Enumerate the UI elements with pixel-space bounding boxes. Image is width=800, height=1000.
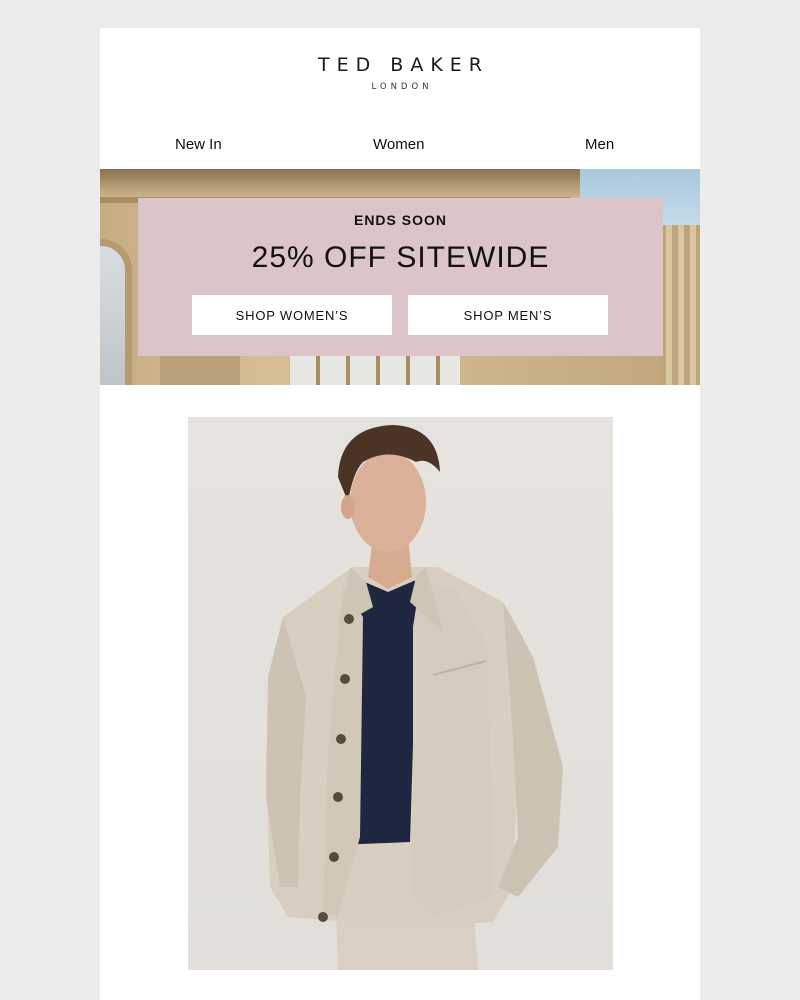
hero-window <box>290 354 460 385</box>
promo-eyebrow: ENDS SOON <box>353 212 447 228</box>
hero-arch-window <box>100 239 132 385</box>
nav-item-women[interactable]: Women <box>373 136 424 153</box>
promo-headline: 25% OFF SITEWIDE <box>251 241 550 274</box>
model-illustration <box>266 425 563 970</box>
brand-logo[interactable]: TED BAKER LONDON <box>100 54 700 92</box>
promo-box: ENDS SOON 25% OFF SITEWIDE SHOP WOMEN’S … <box>138 198 663 356</box>
hero-banner: ENDS SOON 25% OFF SITEWIDE SHOP WOMEN’S … <box>100 169 700 385</box>
brand-name: TED BAKER <box>318 54 489 76</box>
brand-city: LONDON <box>371 82 433 92</box>
hero-balustrade <box>660 225 700 385</box>
hero-cornice <box>100 169 580 199</box>
email-body: TED BAKER LONDON New In Women Men ENDS S… <box>100 28 700 1000</box>
nav-item-new-in[interactable]: New In <box>175 136 222 153</box>
hero-stone-detail <box>160 354 240 385</box>
shop-men-button[interactable]: SHOP MEN’S <box>408 295 608 335</box>
product-image[interactable] <box>188 417 613 970</box>
main-nav: New In Women Men <box>100 136 700 160</box>
shop-women-button[interactable]: SHOP WOMEN’S <box>192 295 392 335</box>
nav-item-men[interactable]: Men <box>585 136 614 153</box>
